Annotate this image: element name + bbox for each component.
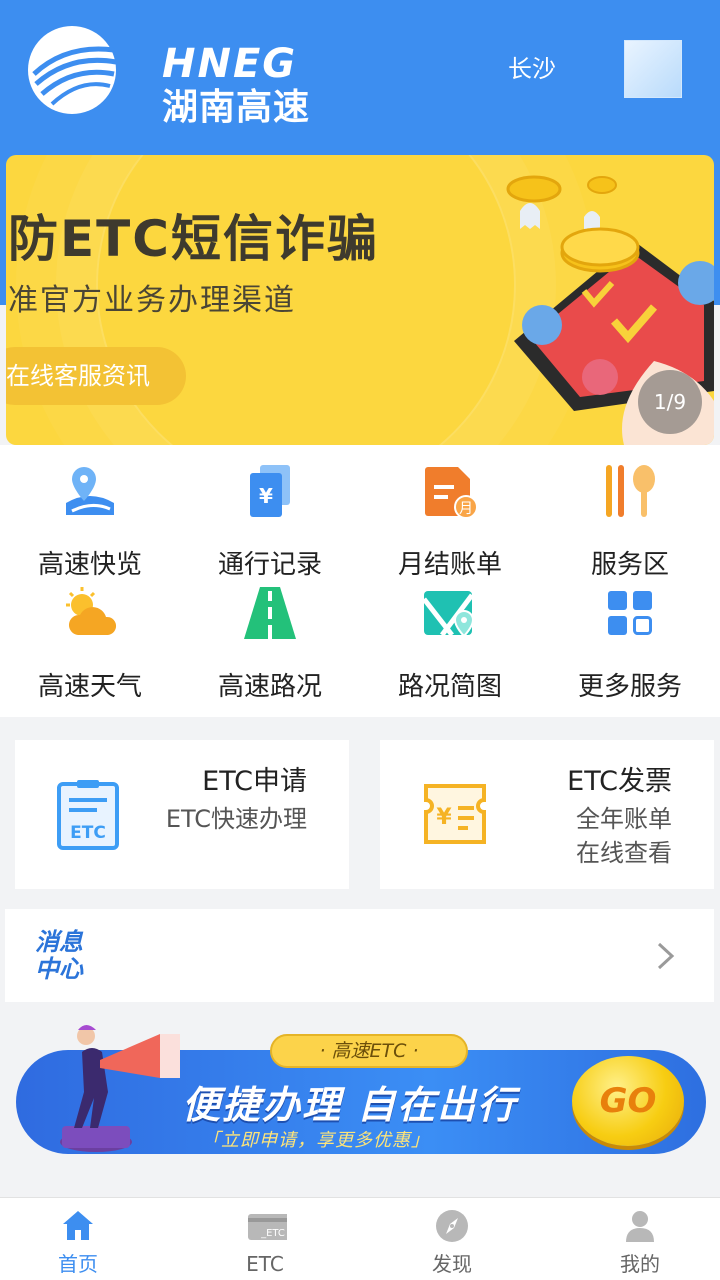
grid-icon: [608, 591, 652, 635]
tab-label: 我的: [620, 1252, 660, 1276]
quick-item-label: 服务区: [590, 550, 669, 580]
etc-promo-banner[interactable]: · 高速ETC · 便捷办理 自在出行 「立即申请，享更多优惠」 GO: [12, 1022, 708, 1172]
tab-etc[interactable]: _ETC ETC: [175, 1198, 355, 1280]
user-icon: [626, 1211, 654, 1242]
invoice-icon: ¥: [424, 784, 486, 844]
promo-subline: 「立即申请，享更多优惠」: [202, 1130, 430, 1151]
compass-icon: [436, 1210, 468, 1242]
quick-item-road-conditions[interactable]: 高速路况: [180, 585, 360, 705]
tab-discover[interactable]: 发现: [362, 1198, 542, 1280]
map-location-icon: [422, 591, 475, 638]
etc-apply-title: ETC申请: [202, 766, 307, 797]
home-icon: [63, 1211, 93, 1240]
quick-item-label: 月结账单: [397, 550, 502, 580]
promo-headline: 便捷办理 自在出行: [182, 1083, 518, 1127]
banner-page-indicator: 1/9: [638, 370, 702, 434]
sun-cloud-icon: [66, 587, 117, 635]
banner-service-button[interactable]: 在线客服资讯: [6, 347, 186, 405]
road-icon: [244, 587, 296, 639]
promo-go-button[interactable]: GO: [572, 1056, 684, 1146]
etc-card-icon: ETC: [57, 780, 119, 850]
quick-item-label: 路况简图: [397, 672, 502, 702]
tab-profile[interactable]: 我的: [550, 1198, 720, 1280]
message-center-label-line2: 中心: [35, 955, 83, 983]
fork-spoon-icon: [606, 465, 655, 517]
logo-chinese-text: 湖南高速: [162, 87, 311, 128]
message-center-bar[interactable]: 消息 中心: [5, 909, 714, 1002]
map-pin-road-icon: [66, 467, 114, 515]
user-avatar[interactable]: [624, 40, 682, 98]
promo-badge: · 高速ETC ·: [270, 1034, 468, 1068]
message-center-label-line1: 消息: [35, 928, 83, 956]
quick-item-highway-overview[interactable]: 高速快览: [0, 463, 180, 583]
quick-item-label: 高速路况: [217, 672, 322, 702]
etc-icon: _ETC: [248, 1214, 287, 1240]
yuan-document-icon: ¥: [250, 465, 290, 517]
quick-item-road-map[interactable]: 路况简图: [360, 585, 540, 705]
monthly-bill-icon: 月: [425, 467, 478, 519]
quick-item-label: 高速快览: [37, 550, 142, 580]
svg-text:月: 月: [459, 501, 473, 517]
quick-item-label: 更多服务: [577, 672, 682, 702]
svg-text:_ETC: _ETC: [260, 1228, 285, 1239]
etc-invoice-desc-line1: 全年账单: [576, 805, 672, 833]
logo-mark-icon: [28, 26, 117, 114]
banner-title: 谨防ETC短信诈骗: [6, 210, 379, 268]
promo-banner-carousel[interactable]: 谨防ETC短信诈骗 认准官方业务办理渠道 在线客服资讯: [6, 155, 714, 445]
quick-item-more-services[interactable]: 更多服务: [540, 585, 720, 705]
app-logo: HNEG 湖南高速: [26, 24, 326, 128]
city-selector[interactable]: 长沙: [508, 52, 556, 86]
person-megaphone-icon: [60, 1025, 180, 1152]
svg-text:¥: ¥: [436, 805, 452, 830]
bottom-tab-bar: 首页 _ETC ETC 发现 我的: [0, 1197, 720, 1280]
quick-item-label: 通行记录: [217, 550, 322, 580]
banner-subtitle: 认准官方业务办理渠道: [6, 283, 296, 318]
tab-label: ETC: [246, 1252, 284, 1276]
quick-item-toll-records[interactable]: ¥ 通行记录: [180, 463, 360, 583]
quick-item-service-area[interactable]: 服务区: [540, 463, 720, 583]
quick-item-label: 高速天气: [37, 672, 142, 702]
app-screen: HNEG 湖南高速 长沙 谨防ETC短信诈骗 认准官方业务办理渠道 在线客服资讯: [0, 0, 720, 1280]
quick-service-grid: 高速快览 ¥ 通行记录 月 月结账单 服务区 高速天气 高速路况 路况简图 更多…: [0, 445, 720, 717]
etc-invoice-desc: 全年账单 在线查看: [576, 802, 672, 870]
logo-english-text: HNEG: [162, 41, 298, 87]
etc-invoice-card[interactable]: ¥ ETC发票 全年账单 在线查看: [380, 740, 714, 889]
etc-invoice-desc-line2: 在线查看: [576, 839, 672, 867]
message-center-label: 消息 中心: [35, 929, 91, 983]
svg-text:¥: ¥: [259, 484, 273, 508]
chevron-right-icon: [657, 942, 675, 970]
etc-apply-desc: ETC快速办理: [165, 805, 307, 833]
svg-text:ETC: ETC: [70, 823, 106, 843]
quick-item-monthly-bill[interactable]: 月 月结账单: [360, 463, 540, 583]
etc-invoice-title: ETC发票: [567, 766, 672, 797]
etc-apply-card[interactable]: ETC ETC申请 ETC快速办理: [15, 740, 349, 889]
tab-label: 发现: [432, 1252, 472, 1276]
tab-label: 首页: [58, 1252, 98, 1276]
tab-home[interactable]: 首页: [0, 1198, 168, 1280]
quick-item-highway-weather[interactable]: 高速天气: [0, 585, 180, 705]
